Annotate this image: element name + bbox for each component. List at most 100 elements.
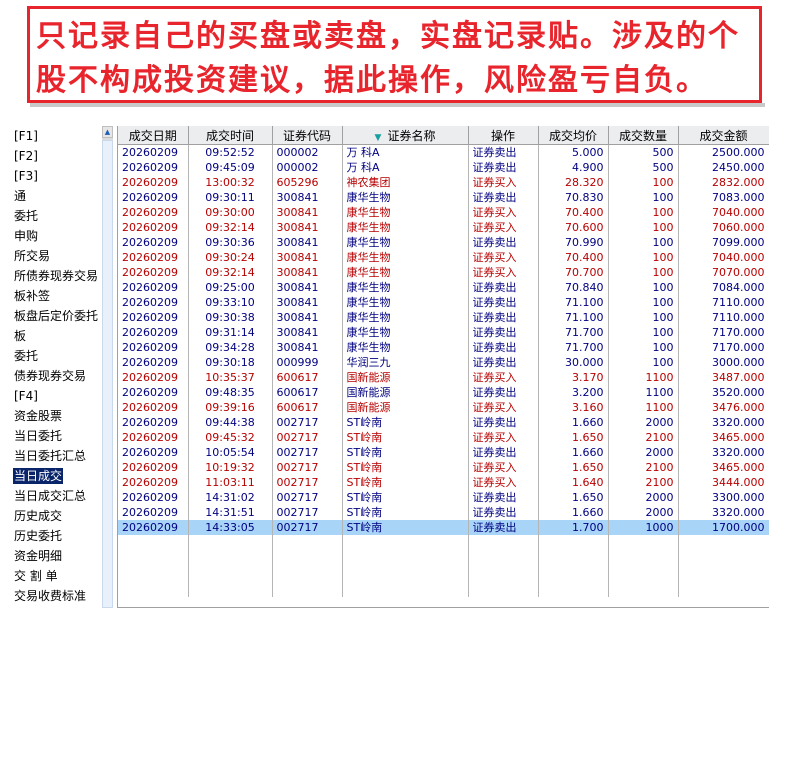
sidebar-item[interactable]: [F1] <box>0 126 102 146</box>
sidebar-item[interactable]: 当日委托 <box>0 426 102 446</box>
sidebar-item[interactable]: 历史成交 <box>0 506 102 526</box>
cell-avg: 3.200 <box>538 385 609 400</box>
sidebar-item[interactable]: 板 <box>0 326 102 346</box>
sidebar-item[interactable]: 所债券现券交易 <box>0 266 102 286</box>
triangle-up-icon[interactable]: ▲ <box>102 126 113 138</box>
sidebar-item[interactable]: 所交易 <box>0 246 102 266</box>
sidebar-item[interactable]: 板盘后定价委托 <box>0 306 102 326</box>
cell-avg: 71.100 <box>538 310 609 325</box>
sidebar-item[interactable]: 历史委托 <box>0 526 102 546</box>
table-row[interactable]: 20260209 09:34:28 300841 康华生物 证券卖出 71.700 100 7… <box>118 340 769 355</box>
banner-shadow <box>30 103 765 107</box>
cell-date: 20260209 <box>118 475 189 490</box>
sidebar-item[interactable]: 资金股票 <box>0 406 102 426</box>
table-row[interactable]: 20260209 09:30:18 000999 华润三九 证券卖出 30.000 100 3… <box>118 355 769 370</box>
cell-op: 证券买入 <box>468 370 539 385</box>
col-header-operation[interactable]: 操作 <box>468 126 539 145</box>
cell-code: 600617 <box>272 385 343 400</box>
col-header-avg-price[interactable]: 成交均价 <box>538 126 609 145</box>
sidebar-item[interactable]: 委托 <box>0 206 102 226</box>
sidebar-item-label: 交易收费标准 <box>14 589 87 603</box>
table-header-row: 成交日期 成交时间 证券代码 ▼ 证券名称 操作 成交均价 成交数量 成交金额 <box>118 126 769 145</box>
cell-name: 康华生物 <box>342 280 469 295</box>
table-row[interactable]: 20260209 09:32:14 300841 康华生物 证券买入 70.600 100 7… <box>118 220 769 235</box>
sidebar-item[interactable]: 板补签 <box>0 286 102 306</box>
table-row[interactable]: 20260209 14:31:51 002717 ST岭南 证券卖出 1.660 2000 3… <box>118 505 769 520</box>
sidebar-scroll-thumb[interactable] <box>102 140 113 608</box>
sidebar-item[interactable]: 申购 <box>0 226 102 246</box>
col-header-amount[interactable]: 成交金额 <box>678 126 769 145</box>
function-tree-sidebar[interactable]: [F1] [F2] [F3] 通委托 申购 所交易 所债券现券交易 板补签 板盘后定价委托板委托… <box>0 126 115 608</box>
col-header-security-code[interactable]: 证券代码 <box>272 126 343 145</box>
sidebar-scrollbar[interactable]: ▲ <box>102 126 113 608</box>
cell-time: 09:44:38 <box>188 415 273 430</box>
table-row[interactable]: 20260209 09:44:38 002717 ST岭南 证券卖出 1.660 2000 3… <box>118 415 769 430</box>
sidebar-item[interactable]: [F4] <box>0 386 102 406</box>
cell-avg: 70.840 <box>538 280 609 295</box>
trades-table-panel: 成交日期 成交时间 证券代码 ▼ 证券名称 操作 成交均价 成交数量 成交金额 2… <box>117 126 769 608</box>
table-row[interactable]: 20260209 09:32:14 300841 康华生物 证券买入 70.700 100 7… <box>118 265 769 280</box>
empty-cell <box>118 535 189 597</box>
sidebar-item-label: 板补签 <box>14 289 51 303</box>
table-row[interactable]: 20260209 09:30:36 300841 康华生物 证券卖出 70.990 100 7… <box>118 235 769 250</box>
sidebar-item[interactable]: [F3] <box>0 166 102 186</box>
table-row[interactable]: 20260209 09:30:24 300841 康华生物 证券买入 70.400 100 7… <box>118 250 769 265</box>
table-row[interactable]: 20260209 09:30:38 300841 康华生物 证券卖出 71.100 100 7… <box>118 310 769 325</box>
sidebar-item[interactable]: 交 割 单 <box>0 566 102 586</box>
col-header-trade-date[interactable]: 成交日期 <box>118 126 189 145</box>
sidebar-item-label: [F1] <box>14 129 38 143</box>
sidebar-item[interactable]: 资金明细 <box>0 546 102 566</box>
sidebar-item-label: 当日委托汇总 <box>14 449 87 463</box>
col-header-security-name[interactable]: ▼ 证券名称 <box>342 126 469 145</box>
cell-date: 20260209 <box>118 520 189 535</box>
table-row[interactable]: 20260209 09:30:11 300841 康华生物 证券卖出 70.830 100 7… <box>118 190 769 205</box>
sidebar-item-label: 交 割 单 <box>14 569 58 583</box>
cell-time: 09:30:11 <box>188 190 273 205</box>
table-row[interactable]: 20260209 09:31:14 300841 康华生物 证券卖出 71.700 100 7… <box>118 325 769 340</box>
table-row[interactable]: 20260209 09:30:00 300841 康华生物 证券买入 70.400 100 7… <box>118 205 769 220</box>
sidebar-item[interactable]: 债券现券交易 <box>0 366 102 386</box>
table-row[interactable]: 20260209 14:33:05 002717 ST岭南 证券卖出 1.700 1000 1… <box>118 520 769 535</box>
cell-amt: 3000.000 <box>678 355 769 370</box>
table-row[interactable]: 20260209 09:39:16 600617 国新能源 证券买入 3.160 1100 3… <box>118 400 769 415</box>
cell-name: 康华生物 <box>342 235 469 250</box>
table-row[interactable]: 20260209 09:52:52 000002 万 科A 证券卖出 5.000 500 25… <box>118 144 769 160</box>
table-row[interactable]: 20260209 09:25:00 300841 康华生物 证券卖出 70.840 100 7… <box>118 280 769 295</box>
cell-time: 09:30:36 <box>188 235 273 250</box>
cell-amt: 3320.000 <box>678 445 769 460</box>
cell-qty: 2100 <box>608 460 679 475</box>
cell-qty: 100 <box>608 205 679 220</box>
cell-qty: 1100 <box>608 400 679 415</box>
table-row[interactable]: 20260209 09:45:09 000002 万 科A 证券卖出 4.900 500 24… <box>118 160 769 175</box>
sidebar-item-label: 委托 <box>14 209 39 223</box>
sidebar-item[interactable]: 交易收费标准 <box>0 586 102 606</box>
sidebar-item[interactable]: 当日成交 <box>0 466 102 486</box>
table-row[interactable]: 20260209 10:19:32 002717 ST岭南 证券买入 1.650 2100 3… <box>118 460 769 475</box>
table-row[interactable]: 20260209 09:48:35 600617 国新能源 证券卖出 3.200 1100 3… <box>118 385 769 400</box>
cell-date: 20260209 <box>118 295 189 310</box>
sidebar-item[interactable]: 当日委托汇总 <box>0 446 102 466</box>
table-row[interactable]: 20260209 11:03:11 002717 ST岭南 证券买入 1.640 2100 3… <box>118 475 769 490</box>
cell-op: 证券买入 <box>468 475 539 490</box>
cell-qty: 100 <box>608 355 679 370</box>
table-row[interactable]: 20260209 10:05:54 002717 ST岭南 证券卖出 1.660 2000 3… <box>118 445 769 460</box>
cell-avg: 71.700 <box>538 325 609 340</box>
cell-time: 09:33:10 <box>188 295 273 310</box>
sidebar-item[interactable]: [F2] <box>0 146 102 166</box>
cell-op: 证券买入 <box>468 460 539 475</box>
col-header-trade-time[interactable]: 成交时间 <box>188 126 273 145</box>
table-row[interactable]: 20260209 13:00:32 605296 神农集团 证券买入 28.320 100 2… <box>118 175 769 190</box>
table-row[interactable]: 20260209 09:33:10 300841 康华生物 证券卖出 71.100 100 7… <box>118 295 769 310</box>
sidebar-item[interactable]: 委托 <box>0 346 102 366</box>
cell-avg: 1.650 <box>538 490 609 505</box>
sidebar-item[interactable]: 通 <box>0 186 102 206</box>
table-row[interactable]: 20260209 14:31:02 002717 ST岭南 证券卖出 1.650 2000 3… <box>118 490 769 505</box>
table-row[interactable]: 20260209 10:35:37 600617 国新能源 证券买入 3.170 1100 3… <box>118 370 769 385</box>
cell-date: 20260209 <box>118 220 189 235</box>
sidebar-item[interactable]: 当日成交汇总 <box>0 486 102 506</box>
col-header-quantity[interactable]: 成交数量 <box>608 126 679 145</box>
cell-code: 000002 <box>272 144 343 160</box>
sidebar-item-label: 历史委托 <box>14 529 63 543</box>
table-row[interactable]: 20260209 09:45:32 002717 ST岭南 证券买入 1.650 2100 3… <box>118 430 769 445</box>
cell-name: 康华生物 <box>342 205 469 220</box>
